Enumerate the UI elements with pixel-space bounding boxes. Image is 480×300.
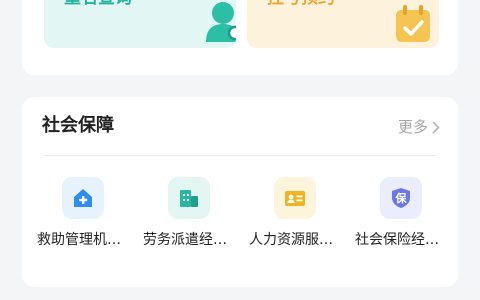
home-plus-icon-box: [62, 177, 104, 219]
id-card-icon: [285, 191, 305, 206]
name-query-label: 重名查询: [64, 0, 132, 8]
service-item-label: 救助管理机…: [37, 232, 121, 248]
service-item-social-insurance[interactable]: 保 社会保险经…: [344, 177, 450, 267]
shield-glyph: 保: [395, 191, 408, 205]
service-item-labor-dispatch[interactable]: 劳务派遣经…: [132, 177, 238, 267]
person-search-icon: [206, 2, 236, 42]
service-item-label: 人力资源服…: [249, 232, 333, 248]
social-security-section: 社会保障 更多 救助管理机… 劳务派遣经… 人力资源服… 保 社会保险经…: [22, 97, 458, 287]
section-title: 社会保障: [42, 115, 114, 136]
section-divider: [42, 155, 438, 156]
more-label: 更多: [397, 118, 428, 136]
name-query-tile[interactable]: 重名查询: [44, 0, 236, 48]
shield-bao-icon: 保: [392, 188, 410, 208]
service-grid: 救助管理机… 劳务派遣经… 人力资源服… 保 社会保险经…: [22, 177, 458, 267]
service-item-label: 劳务派遣经…: [143, 232, 227, 248]
service-item-label: 社会保险经…: [355, 232, 439, 248]
building-icon-box: [168, 177, 210, 219]
calendar-check-icon: [396, 5, 430, 42]
chevron-right-icon: [432, 121, 440, 133]
shield-bao-icon-box: 保: [380, 177, 422, 219]
home-plus-icon: [74, 189, 92, 207]
quick-services-card: 重名查询 挂号预约: [22, 0, 458, 75]
service-item-rescue-management[interactable]: 救助管理机…: [26, 177, 132, 267]
appointment-tile[interactable]: 挂号预约: [247, 0, 439, 48]
service-item-hr-services[interactable]: 人力资源服…: [238, 177, 344, 267]
id-card-icon-box: [274, 177, 316, 219]
more-link[interactable]: 更多: [398, 117, 440, 137]
building-icon: [180, 190, 198, 207]
appointment-label: 挂号预约: [267, 0, 335, 8]
